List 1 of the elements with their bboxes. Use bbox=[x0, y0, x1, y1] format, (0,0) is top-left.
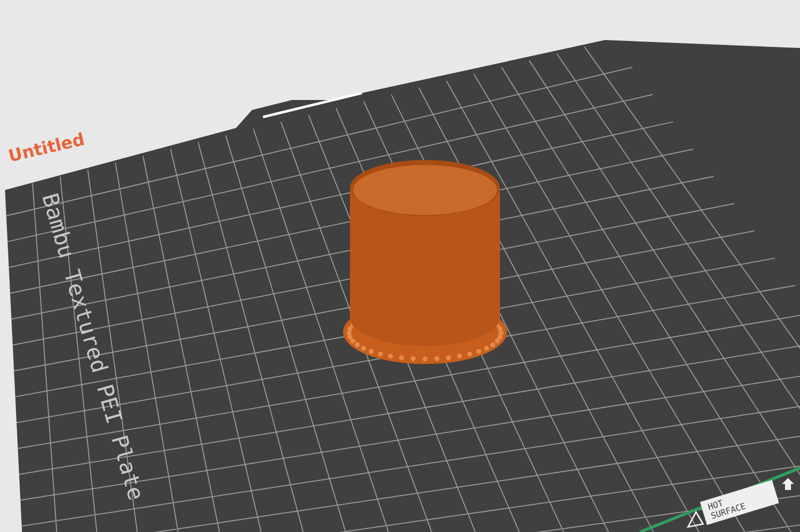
arrow-up-icon bbox=[782, 478, 794, 490]
